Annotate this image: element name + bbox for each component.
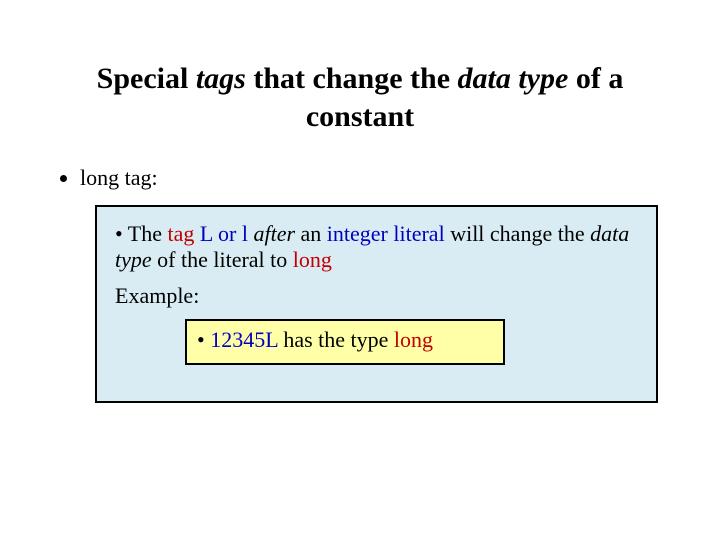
outer-list: long tag: (70, 165, 670, 191)
definition-text: • The tag L or l after an integer litera… (115, 221, 638, 273)
example-box: • 12345L has the type long (185, 319, 505, 365)
tag-letters: L or l (200, 221, 248, 246)
long-word: long (293, 247, 332, 272)
integer-literal-word: integer literal (327, 221, 445, 246)
after-word: after (253, 221, 295, 246)
example-long-word: long (394, 327, 433, 352)
slide-title: Special tags that change the data type o… (50, 60, 670, 135)
title-text: that change the (246, 62, 458, 95)
title-text: Special (97, 62, 196, 95)
title-tags-word: tags (196, 62, 246, 95)
list-item: long tag: (80, 165, 670, 191)
example-literal: 12345L (210, 327, 278, 352)
title-datatype-word: data type (458, 62, 569, 95)
definition-box: • The tag L or l after an integer litera… (95, 205, 658, 403)
tag-word: tag (168, 221, 195, 246)
long-tag-label: long tag: (80, 165, 158, 190)
example-label: Example: (115, 283, 638, 309)
slide: Special tags that change the data type o… (0, 0, 720, 540)
